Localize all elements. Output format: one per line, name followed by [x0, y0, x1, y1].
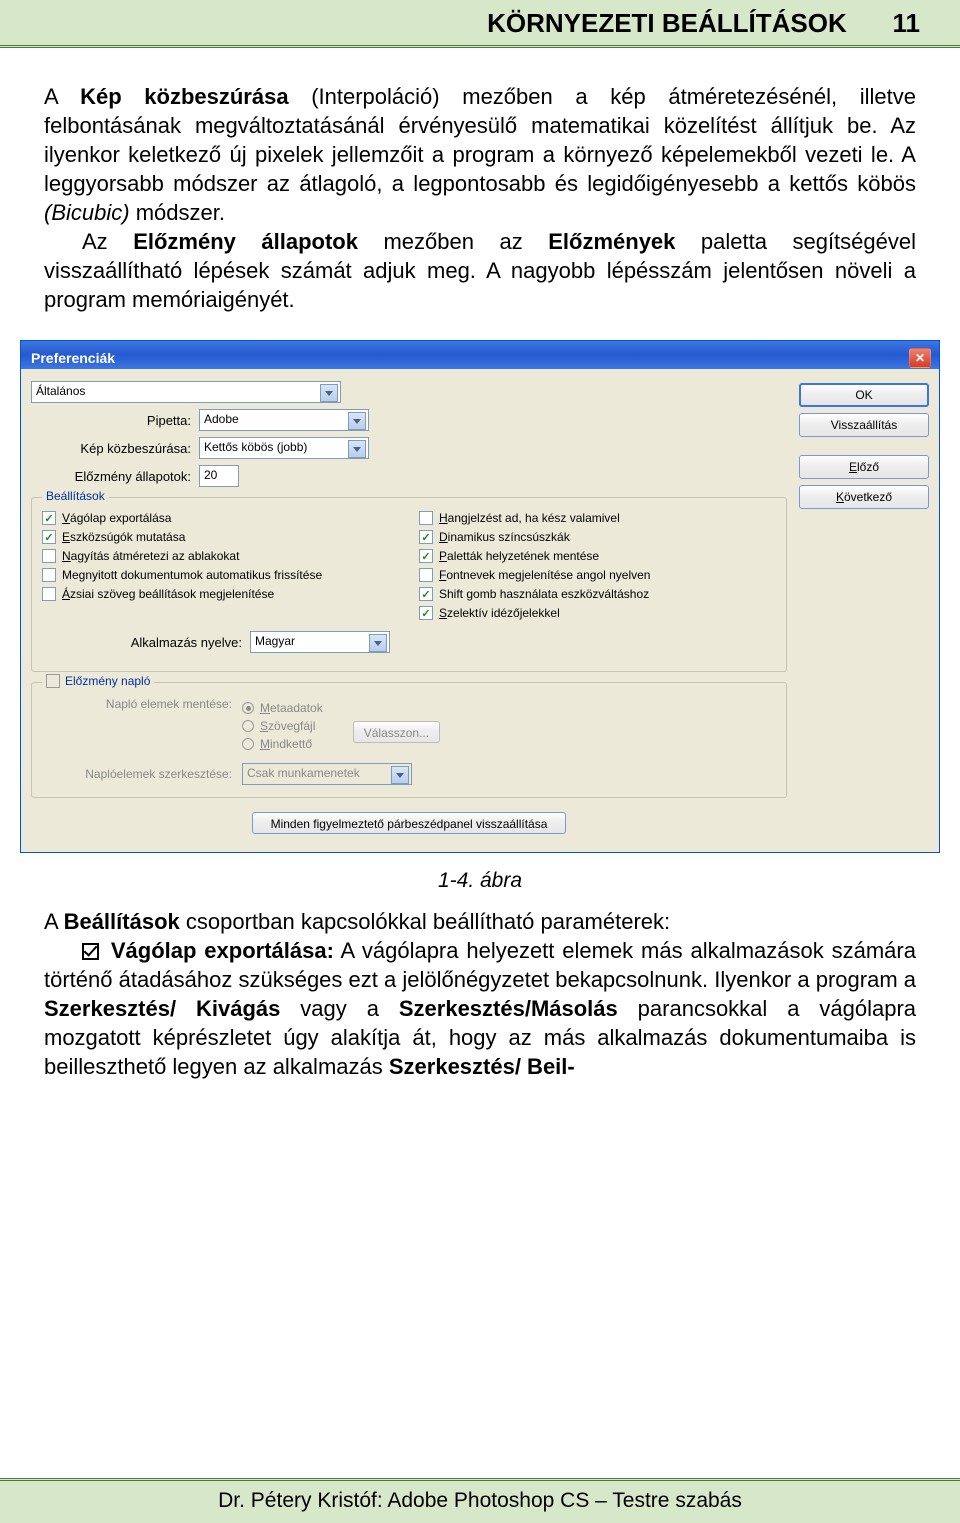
pipetta-label: Pipetta:	[31, 413, 191, 428]
checkbox-label: Vágólap exportálása	[62, 511, 171, 525]
checkbox-option[interactable]: ✓ Vágólap exportálása	[42, 511, 399, 525]
checkbox-icon	[42, 549, 56, 563]
checkbox-label: Shift gomb használata eszközváltáshoz	[439, 587, 649, 601]
checkbox-label: Dinamikus színcsúszkák	[439, 530, 570, 544]
language-dropdown[interactable]: Magyar	[250, 631, 390, 653]
reset-button[interactable]: Visszaállítás	[799, 413, 929, 437]
checkbox-icon	[82, 943, 99, 960]
checkbox-label: Nagyítás átméretezi az ablakokat	[62, 549, 239, 563]
radio-label: Metaadatok	[260, 701, 323, 715]
log-edit-dropdown[interactable]: Csak munkamenetek	[242, 763, 412, 785]
paragraph-4: Vágólap exportálása: A vágólapra helyeze…	[44, 936, 916, 1081]
figure-caption: 1-4. ábra	[0, 869, 960, 893]
interp-label: Kép közbeszúrása:	[31, 441, 191, 456]
paragraph-2: Az Előzmény állapotok mezőben az Előzmén…	[44, 227, 916, 314]
checkbox-label: Megnyitott dokumentumok automatikus fris…	[62, 568, 322, 582]
page-footer: Dr. Pétery Kristóf: Adobe Photoshop CS –…	[0, 1478, 960, 1523]
checkbox-icon	[419, 568, 433, 582]
checkbox-label: Fontnevek megjelenítése angol nyelven	[439, 568, 650, 582]
checkbox-option[interactable]: ✓ Dinamikus színcsúszkák	[419, 530, 776, 544]
checkbox-icon: ✓	[42, 530, 56, 544]
radio-icon	[242, 720, 254, 732]
settings-legend: Beállítások	[42, 489, 109, 503]
paragraph-3: A Beállítások csoportban kapcsolókkal be…	[44, 907, 916, 936]
log-edit-label: Naplóelemek szerkesztése:	[42, 767, 232, 781]
history-log-checkbox[interactable]	[46, 674, 60, 688]
body-text-block: A Kép közbeszúrása (Interpoláció) mezőbe…	[0, 48, 960, 328]
checkbox-label: Hangjelzést ad, ha kész valamivel	[439, 511, 620, 525]
checkbox-option[interactable]: ✓ Shift gomb használata eszközváltáshoz	[419, 587, 776, 601]
checkbox-option[interactable]: Nagyítás átméretezi az ablakokat	[42, 549, 399, 563]
page-header: KÖRNYEZETI BEÁLLÍTÁSOK 11	[0, 0, 960, 48]
header-title: KÖRNYEZETI BEÁLLÍTÁSOK	[487, 8, 847, 38]
history-log-legend: Előzmény napló	[42, 674, 154, 688]
checkbox-label: Szelektív idézőjelekkel	[439, 606, 560, 620]
radio-label: Mindkettő	[260, 737, 312, 751]
checkbox-option[interactable]: Ázsiai szöveg beállítások megjelenítése	[42, 587, 399, 601]
reset-dialogs-button[interactable]: Minden figyelmeztető párbeszédpanel viss…	[252, 812, 567, 834]
checkbox-option[interactable]: ✓ Szelektív idézőjelekkel	[419, 606, 776, 620]
close-icon[interactable]: ✕	[909, 348, 931, 368]
checkbox-option[interactable]: Megnyitott dokumentumok automatikus fris…	[42, 568, 399, 582]
radio-icon	[242, 738, 254, 750]
checkbox-label: Eszközsúgók mutatása	[62, 530, 185, 544]
body-text-after: A Beállítások csoportban kapcsolókkal be…	[0, 907, 960, 1081]
history-input[interactable]: 20	[199, 465, 239, 487]
checkbox-icon	[42, 587, 56, 601]
history-label: Előzmény állapotok:	[31, 469, 191, 484]
radio-option[interactable]: Szövegfájl	[242, 719, 323, 733]
checkbox-option[interactable]: ✓ Paletták helyzetének mentése	[419, 549, 776, 563]
checkbox-icon: ✓	[419, 549, 433, 563]
page-number: 11	[872, 8, 920, 39]
checkbox-icon: ✓	[42, 511, 56, 525]
history-log-group: Előzmény napló Napló elemek mentése: Met…	[31, 682, 787, 798]
dialog-title: Preferenciák	[31, 350, 115, 366]
checkbox-icon	[419, 511, 433, 525]
checkbox-icon: ✓	[419, 530, 433, 544]
checkbox-icon: ✓	[419, 606, 433, 620]
dialog-titlebar: Preferenciák ✕	[21, 341, 939, 369]
checkbox-icon: ✓	[419, 587, 433, 601]
radio-icon	[242, 702, 254, 714]
section-dropdown[interactable]: Általános	[31, 381, 341, 403]
checkbox-option[interactable]: Hangjelzést ad, ha kész valamivel	[419, 511, 776, 525]
checkbox-option[interactable]: ✓ Eszközsúgók mutatása	[42, 530, 399, 544]
next-button[interactable]: Következő	[799, 485, 929, 509]
paragraph-1: A Kép közbeszúrása (Interpoláció) mezőbe…	[44, 82, 916, 227]
interp-dropdown[interactable]: Kettős köbös (jobb)	[199, 437, 369, 459]
language-label: Alkalmazás nyelve:	[42, 635, 242, 650]
log-save-label: Napló elemek mentése:	[42, 697, 232, 711]
radio-option[interactable]: Mindkettő	[242, 737, 323, 751]
checkbox-label: Paletták helyzetének mentése	[439, 549, 599, 563]
radio-option[interactable]: Metaadatok	[242, 701, 323, 715]
radio-label: Szövegfájl	[260, 719, 315, 733]
dialog-screenshot: Preferenciák ✕ Általános Pipetta: Adobe …	[20, 340, 940, 853]
prev-button[interactable]: Előző	[799, 455, 929, 479]
pipetta-dropdown[interactable]: Adobe	[199, 409, 369, 431]
choose-button[interactable]: Válasszon...	[353, 721, 440, 743]
checkbox-label: Ázsiai szöveg beállítások megjelenítése	[62, 587, 274, 601]
ok-button[interactable]: OK	[799, 383, 929, 407]
checkbox-option[interactable]: Fontnevek megjelenítése angol nyelven	[419, 568, 776, 582]
settings-group: Beállítások ✓Vágólap exportálása✓Eszközs…	[31, 497, 787, 672]
checkbox-icon	[42, 568, 56, 582]
